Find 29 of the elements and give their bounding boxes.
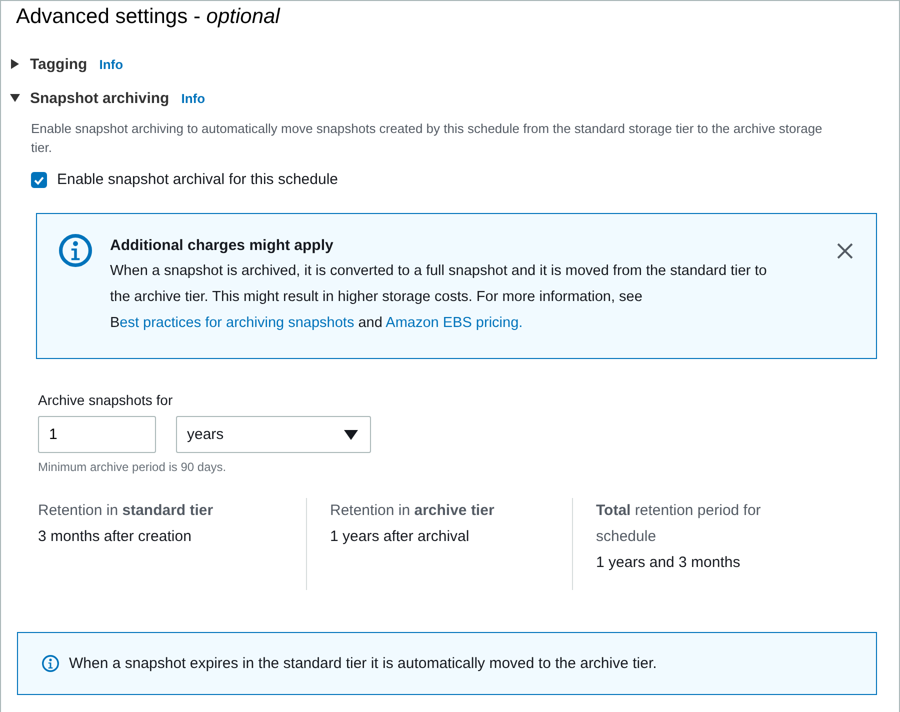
checkbox[interactable] <box>31 172 47 188</box>
period-input[interactable]: 1 <box>38 416 156 453</box>
info-icon <box>42 655 59 672</box>
caret-right-icon[interactable] <box>10 59 20 69</box>
info-link[interactable]: Info <box>99 56 124 72</box>
info-icon <box>59 234 92 267</box>
checkbox-label: Enable snapshot archival for this schedule <box>57 171 338 188</box>
info-link[interactable]: Info <box>181 90 206 106</box>
retention-label: Retention in standard tier <box>38 501 214 521</box>
retention-value: 1 years after archival <box>330 527 470 547</box>
retention-value: 3 months after creation <box>38 527 192 547</box>
expandable-section-header[interactable]: Tagging <box>30 56 88 72</box>
best-practices-link[interactable]: est practices for archiving snapshots <box>120 315 354 331</box>
retention-label: Total retention period for schedule <box>596 501 762 547</box>
pricing-link[interactable]: Amazon EBS pricing. <box>386 315 523 331</box>
retention-label: Retention in archive tier <box>330 501 496 521</box>
alert-title: Additional charges might apply <box>110 237 334 254</box>
field-label: Archive snapshots for <box>38 392 174 408</box>
caret-down-icon <box>344 430 358 440</box>
section-description: Enable snapshot archiving to automatically move snapshots created by this schedule from the standard storage tier to the archive storage tier. <box>31 120 824 157</box>
retention-value: 1 years and 3 months <box>596 553 742 573</box>
alert-text: When a snapshot expires in the standard tier it is automatically moved to the archive tier. <box>69 655 657 672</box>
caret-down-icon[interactable] <box>10 93 20 103</box>
expandable-section-header[interactable]: Snapshot archiving <box>30 90 170 106</box>
unit-select[interactable]: years <box>176 416 371 453</box>
close-icon[interactable] <box>836 242 854 260</box>
field-hint: Minimum archive period is 90 days. <box>38 460 228 474</box>
alert-text: When a snapshot is archived, it is converted to a full snapshot and it is moved from the standard tier to the archive tier. This might result in higher storage costs. For more information, see Best practices for archiving snapshots and Amazon EBS pricing. <box>110 262 768 333</box>
section-title: Advanced settings - optional <box>16 5 282 29</box>
